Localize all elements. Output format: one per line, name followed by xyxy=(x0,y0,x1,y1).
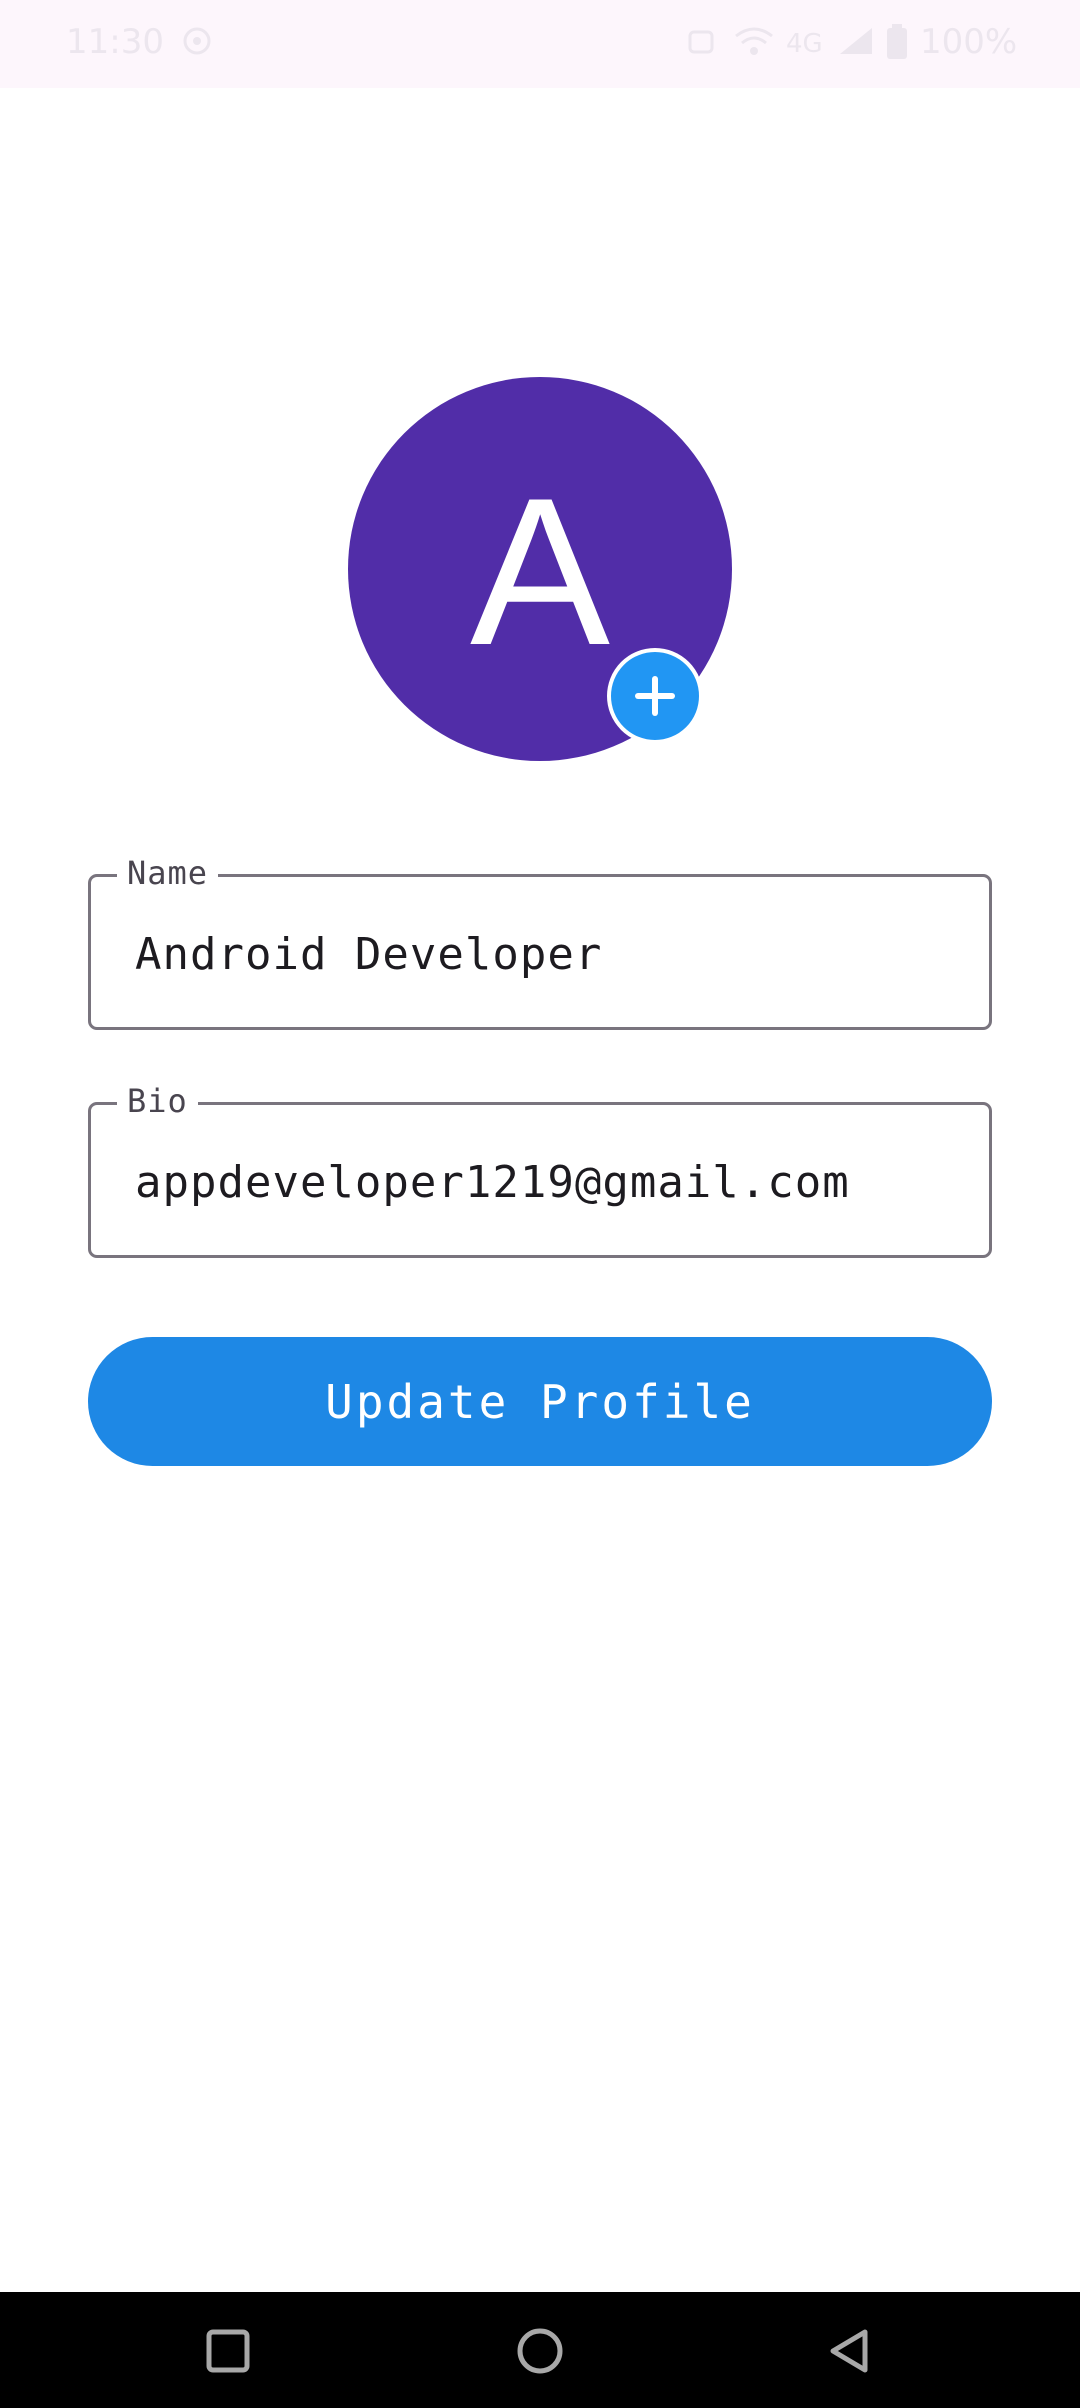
name-field-label: Name xyxy=(117,851,219,895)
battery-level: 100% xyxy=(920,22,1018,62)
status-time: 11:30 xyxy=(66,22,164,62)
sync-icon xyxy=(180,24,214,67)
home-icon xyxy=(517,2328,563,2374)
name-input[interactable]: Android Developer xyxy=(135,927,602,983)
add-photo-button[interactable] xyxy=(607,648,703,744)
profile-screen: 11:30 4G 100% A Name Android Developer B… xyxy=(0,0,1080,2408)
status-bar: 11:30 4G 100% xyxy=(0,0,1080,88)
bio-field[interactable]: Bio appdeveloper1219@gmail.com xyxy=(88,1079,992,1258)
update-profile-button[interactable]: Update Profile xyxy=(88,1337,992,1466)
recents-icon xyxy=(206,2329,250,2373)
alarm-icon xyxy=(684,24,718,67)
back-icon xyxy=(830,2329,868,2373)
name-field[interactable]: Name Android Developer xyxy=(88,851,992,1030)
battery-icon xyxy=(886,24,908,69)
bio-field-label: Bio xyxy=(117,1079,198,1123)
network-type: 4G xyxy=(786,29,823,59)
wifi-icon xyxy=(732,24,776,67)
recents-button[interactable] xyxy=(193,2316,263,2386)
signal-icon xyxy=(836,24,876,67)
system-nav-bar xyxy=(0,2292,1080,2408)
home-button[interactable] xyxy=(505,2316,575,2386)
back-button[interactable] xyxy=(815,2316,885,2386)
plus-icon xyxy=(635,676,675,716)
bio-input[interactable]: appdeveloper1219@gmail.com xyxy=(135,1155,850,1211)
avatar-initial: A xyxy=(469,454,611,689)
